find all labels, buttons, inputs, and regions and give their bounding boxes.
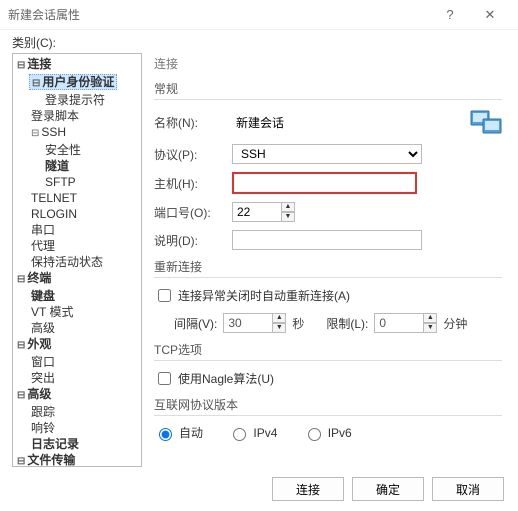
port-up[interactable]: ▲ [281,202,295,212]
tree-sftp[interactable]: SFTP [43,175,78,189]
group-ipver: 互联网协议版本 [154,396,502,416]
tree-security[interactable]: 安全性 [43,143,83,157]
tree-filetransfer[interactable]: 文件传输 [15,453,77,467]
category-tree[interactable]: ↘ 连接 用户身份验证 登录提示符 登录脚本 SSH 安全性 隧道 SFTP [12,53,142,467]
proto-label: 协议(P): [154,146,232,163]
limit-input[interactable] [374,313,424,333]
category-label: 类别(C): [0,30,518,53]
tree-login-script[interactable]: 登录脚本 [29,109,81,123]
proto-select[interactable]: SSH [232,144,422,164]
tree-advanced2[interactable]: 高级 [15,387,53,401]
tree-connection[interactable]: 连接 [15,57,53,71]
desc-label: 说明(D): [154,232,232,249]
help-icon[interactable]: ? [430,7,470,22]
chk-nagle[interactable]: 使用Nagle算法(U) [154,369,502,388]
tree-advanced[interactable]: 高级 [29,321,57,335]
radio-auto[interactable]: 自动 [154,424,203,441]
interval-label: 间隔(V): [174,315,217,332]
tree-highlight[interactable]: 突出 [29,371,57,385]
chk-reconnect[interactable]: 连接异常关闭时自动重新连接(A) [154,286,502,305]
interval-input[interactable] [223,313,273,333]
panel-header: 连接 [154,53,502,80]
tree-vtmode[interactable]: VT 模式 [29,305,75,319]
tree-tunnel[interactable]: 隧道 [43,159,71,173]
lim-up[interactable]: ▲ [423,313,437,323]
tree-appearance[interactable]: 外观 [15,337,53,351]
host-label: 主机(H): [154,175,232,192]
limit-label: 限制(L): [326,315,368,332]
radio-ipv6[interactable]: IPv6 [303,425,352,441]
close-icon[interactable]: ✕ [470,7,510,23]
desc-input[interactable] [232,230,422,250]
footer: 连接 确定 取消 [0,467,518,511]
int-up[interactable]: ▲ [272,313,286,323]
lim-down[interactable]: ▼ [423,323,437,333]
tree-log[interactable]: 日志记录 [29,437,81,451]
tree-proxy[interactable]: 代理 [29,239,57,253]
tree-bell[interactable]: 响铃 [29,421,57,435]
tree-keepalive[interactable]: 保持活动状态 [29,255,105,269]
window-title: 新建会话属性 [8,6,430,23]
tree-serial[interactable]: 串口 [29,223,57,237]
tree-keyboard[interactable]: 键盘 [29,289,57,303]
tree-telnet[interactable]: TELNET [29,191,79,205]
host-input[interactable] [232,172,417,194]
session-icon [470,108,502,136]
tree-rlogin[interactable]: RLOGIN [29,207,79,221]
group-tcp: TCP选项 [154,341,502,361]
tree-terminal[interactable]: 终端 [15,271,53,285]
group-reconnect: 重新连接 [154,258,502,278]
tree-trace[interactable]: 跟踪 [29,405,57,419]
int-down[interactable]: ▼ [272,323,286,333]
tree-ssh[interactable]: SSH [29,125,68,139]
connect-button[interactable]: 连接 [272,477,344,501]
name-input[interactable] [232,112,402,132]
tree-auth[interactable]: 用户身份验证 [29,74,117,90]
port-down[interactable]: ▼ [281,212,295,222]
port-input[interactable] [232,202,282,222]
name-label: 名称(N): [154,114,232,131]
group-general: 常规 [154,80,502,100]
cancel-button[interactable]: 取消 [432,477,504,501]
titlebar: 新建会话属性 ? ✕ [0,0,518,30]
tree-window[interactable]: 窗口 [29,355,57,369]
port-label: 端口号(O): [154,204,232,221]
tree-login-prompt[interactable]: 登录提示符 [43,93,107,107]
radio-ipv4[interactable]: IPv4 [228,425,277,441]
ok-button[interactable]: 确定 [352,477,424,501]
main-panel: 连接 常规 名称(N): 协议(P): SSH 主机(H): 端口号(O): ▲… [142,53,506,467]
